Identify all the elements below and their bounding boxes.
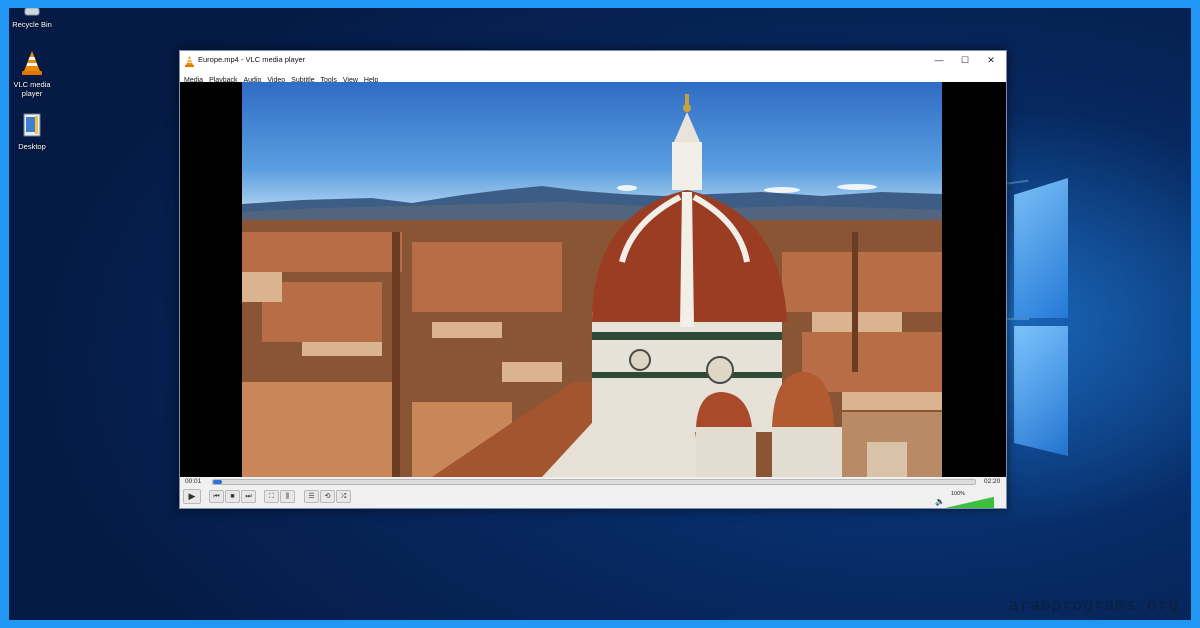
seek-progress xyxy=(213,480,223,484)
volume-slider[interactable] xyxy=(946,497,994,508)
next-button[interactable]: ⏭ xyxy=(241,490,256,503)
speaker-icon[interactable]: 🔈 xyxy=(935,497,945,506)
close-button[interactable]: ✕ xyxy=(978,51,1004,69)
loop-button[interactable]: ⟲ xyxy=(320,490,335,503)
title-bar[interactable]: Europe.mp4 - VLC media player — ☐ ✕ xyxy=(180,51,1006,69)
fullscreen-button[interactable]: ⛶ xyxy=(264,490,279,503)
desktop: Recycle Bin VLC media player Desktop Eur… xyxy=(9,8,1191,620)
play-icon: ▶ xyxy=(188,491,196,501)
window-title: Europe.mp4 - VLC media player xyxy=(198,55,306,64)
minimize-button[interactable]: — xyxy=(926,51,952,69)
total-time: 02:20 xyxy=(984,478,1001,485)
video-frame xyxy=(242,82,942,477)
desktop-icon-label: Recycle Bin xyxy=(12,20,52,29)
desktop-icon-recycle-bin[interactable]: Recycle Bin xyxy=(9,8,57,29)
playlist-icon: ☰ xyxy=(308,493,315,500)
shuffle-button[interactable]: ⤮ xyxy=(336,490,351,503)
previous-icon: ⏮ xyxy=(213,493,220,500)
fullscreen-icon: ⛶ xyxy=(269,493,274,500)
video-area[interactable] xyxy=(180,82,1006,477)
next-icon: ⏭ xyxy=(245,493,252,500)
seek-bar[interactable] xyxy=(212,479,976,485)
elapsed-time: 00:01 xyxy=(185,478,202,485)
vlc-cone-icon xyxy=(9,50,57,78)
play-button[interactable]: ▶ xyxy=(183,489,201,504)
playback-controls: 00:01 02:20 ▶ ⏮ ■ ⏭ ⛶ ⫼ ☰ ⟲ ⤮ 🔈 100% xyxy=(180,477,1006,508)
recycle-bin-icon xyxy=(9,8,57,18)
menu-bar: Media Playback Audio Video Subtitle Tools View… xyxy=(180,69,1006,84)
loop-icon: ⟲ xyxy=(324,493,331,500)
maximize-button[interactable]: ☐ xyxy=(952,51,978,69)
extended-settings-icon: ⫼ xyxy=(285,493,290,500)
vlc-window: Europe.mp4 - VLC media player — ☐ ✕ Medi… xyxy=(179,50,1007,509)
playlist-button[interactable]: ☰ xyxy=(304,490,319,503)
desktop-icon-desktop[interactable]: Desktop xyxy=(9,112,57,151)
folder-icon xyxy=(9,112,57,140)
watermark: arabprograms.org xyxy=(1008,595,1179,614)
stop-icon: ■ xyxy=(230,493,235,500)
shuffle-icon: ⤮ xyxy=(340,493,347,500)
desktop-icon-label: VLC media player xyxy=(13,80,51,98)
previous-button[interactable]: ⏮ xyxy=(209,490,224,503)
desktop-icon-vlc[interactable]: VLC media player xyxy=(9,50,57,98)
desktop-icon-label: Desktop xyxy=(18,142,46,151)
stop-button[interactable]: ■ xyxy=(225,490,240,503)
extended-settings-button[interactable]: ⫼ xyxy=(280,490,295,503)
